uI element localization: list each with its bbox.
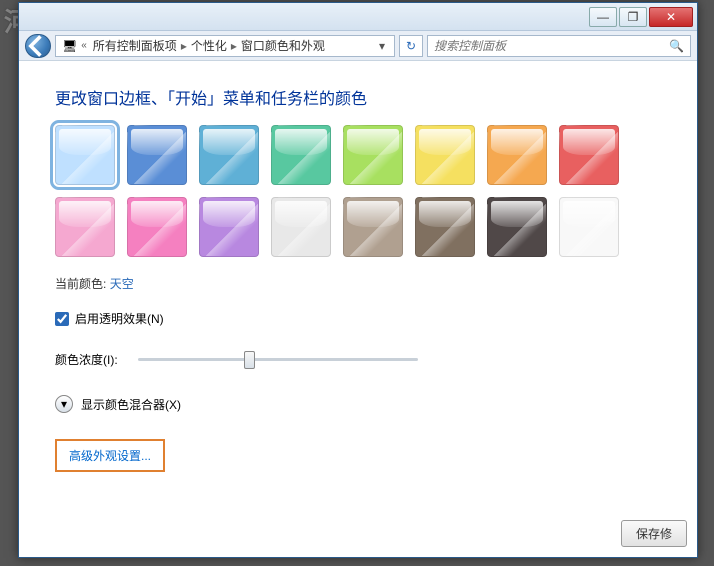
color-swatch[interactable] xyxy=(415,125,475,185)
minimize-button[interactable]: — xyxy=(589,7,617,27)
color-swatch[interactable] xyxy=(55,197,115,257)
address-bar: 🖥 « 所有控制面板项 ▸ 个性化 ▸ 窗口颜色和外观 ▾ ↻ 🔍 xyxy=(19,31,697,61)
color-swatch-grid xyxy=(55,125,675,257)
color-swatch[interactable] xyxy=(127,197,187,257)
footer-buttons: 保存修 xyxy=(621,520,687,547)
refresh-button[interactable]: ↻ xyxy=(399,35,423,57)
mixer-row[interactable]: ▾ 显示颜色混合器(X) xyxy=(55,395,661,413)
color-swatch[interactable] xyxy=(127,125,187,185)
current-color-row: 当前颜色: 天空 xyxy=(55,275,661,292)
color-swatch[interactable] xyxy=(199,197,259,257)
breadcrumb-item-color[interactable]: 窗口颜色和外观 xyxy=(241,37,325,54)
color-swatch[interactable] xyxy=(271,125,331,185)
transparency-checkbox[interactable] xyxy=(55,312,69,326)
intensity-slider[interactable] xyxy=(138,349,418,369)
breadcrumb-item-all[interactable]: 所有控制面板项 xyxy=(93,37,177,54)
mixer-label: 显示颜色混合器(X) xyxy=(81,396,181,413)
advanced-link-highlight: 高级外观设置... xyxy=(55,439,165,472)
current-color-value: 天空 xyxy=(110,277,134,291)
arrow-left-icon xyxy=(26,34,50,58)
control-panel-window: — ❐ ✕ 🖥 « 所有控制面板项 ▸ 个性化 ▸ 窗口颜色和外观 ▾ ↻ 🔍 … xyxy=(18,2,698,558)
search-input[interactable] xyxy=(434,39,665,53)
transparency-label: 启用透明效果(N) xyxy=(75,310,164,327)
chevron-down-icon: ▾ xyxy=(61,397,67,411)
nav-back-button[interactable] xyxy=(25,34,51,58)
color-swatch[interactable] xyxy=(199,125,259,185)
color-swatch[interactable] xyxy=(55,125,115,185)
color-swatch[interactable] xyxy=(343,125,403,185)
color-swatch[interactable] xyxy=(559,125,619,185)
search-icon[interactable]: 🔍 xyxy=(669,39,684,53)
chevron-right-icon: ▸ xyxy=(231,39,237,53)
breadcrumb-prefix: « xyxy=(81,40,87,51)
breadcrumb-item-personalization[interactable]: 个性化 xyxy=(191,37,227,54)
color-swatch[interactable] xyxy=(343,197,403,257)
folder-icon: 🖥 xyxy=(62,39,77,53)
advanced-appearance-link[interactable]: 高级外观设置... xyxy=(69,449,151,463)
maximize-button[interactable]: ❐ xyxy=(619,7,647,27)
current-color-label: 当前颜色: xyxy=(55,277,106,291)
refresh-icon: ↻ xyxy=(406,39,416,53)
save-button[interactable]: 保存修 xyxy=(621,520,687,547)
color-swatch[interactable] xyxy=(271,197,331,257)
page-title: 更改窗口边框、「开始」菜单和任务栏的颜色 xyxy=(55,85,661,109)
slider-thumb[interactable] xyxy=(244,351,255,369)
intensity-label: 颜色浓度(I): xyxy=(55,351,118,368)
color-swatch[interactable] xyxy=(487,125,547,185)
transparency-row[interactable]: 启用透明效果(N) xyxy=(55,310,661,327)
expand-button[interactable]: ▾ xyxy=(55,395,73,413)
chevron-right-icon: ▸ xyxy=(181,39,187,53)
color-swatch[interactable] xyxy=(559,197,619,257)
breadcrumb-field[interactable]: 🖥 « 所有控制面板项 ▸ 个性化 ▸ 窗口颜色和外观 ▾ xyxy=(55,35,395,57)
close-button[interactable]: ✕ xyxy=(649,7,693,27)
dropdown-icon[interactable]: ▾ xyxy=(376,39,388,53)
intensity-row: 颜色浓度(I): xyxy=(55,349,661,369)
content-area: 更改窗口边框、「开始」菜单和任务栏的颜色 当前颜色: 天空 启用透明效果(N) … xyxy=(19,61,697,557)
slider-track xyxy=(138,358,418,361)
color-swatch[interactable] xyxy=(487,197,547,257)
search-field[interactable]: 🔍 xyxy=(427,35,691,57)
window-titlebar: — ❐ ✕ xyxy=(19,3,697,31)
color-swatch[interactable] xyxy=(415,197,475,257)
